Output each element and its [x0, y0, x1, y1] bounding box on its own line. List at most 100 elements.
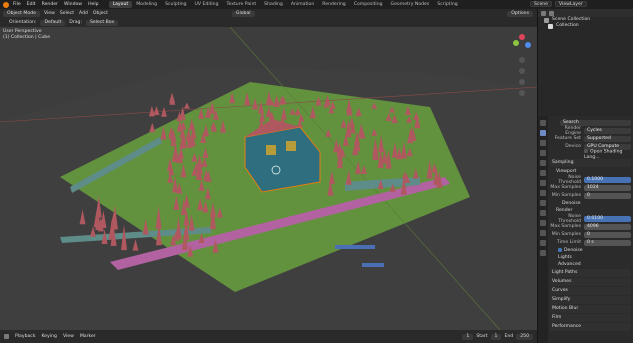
feature-set-dropdown[interactable]: Supported [584, 135, 631, 142]
tab-animation[interactable]: Animation [287, 1, 318, 8]
device-label: Device [565, 144, 581, 149]
property-label: Min Samples [551, 232, 581, 237]
pan-hand-icon [519, 68, 525, 74]
blender-logo-icon[interactable] [3, 1, 9, 8]
tab-sculpting[interactable]: Sculpting [161, 1, 190, 8]
render-engine-dropdown[interactable]: Cycles [584, 127, 631, 134]
view-layer-field[interactable]: ViewLayer [555, 1, 587, 7]
render-engine-row: Render Engine Cycles [550, 126, 631, 136]
menu-file[interactable]: File [13, 2, 21, 7]
mode-dropdown[interactable]: Object Mode [3, 10, 40, 17]
menu-render[interactable]: Render [42, 2, 58, 7]
texture-tab-icon[interactable] [540, 250, 546, 256]
current-frame-field[interactable]: 1 [462, 333, 474, 340]
performance-section[interactable]: Performance [550, 323, 631, 331]
constraints-tab-icon[interactable] [540, 220, 546, 226]
osl-row[interactable]: Open Shading Lang... [550, 149, 631, 160]
properties-body: Search Render Engine Cycles Feature Set … [548, 116, 633, 343]
simplify-section[interactable]: Simplify [550, 296, 631, 304]
film-section[interactable]: Film [550, 314, 631, 322]
scene-render [0, 27, 537, 330]
object-tab-icon[interactable] [540, 180, 546, 186]
output-tab-icon[interactable] [540, 140, 546, 146]
physics-tab-icon[interactable] [540, 210, 546, 216]
timeline-editor-icon[interactable] [4, 334, 9, 339]
scene-field[interactable]: Scene [530, 1, 553, 7]
start-label: Start [476, 333, 488, 339]
menu-object[interactable]: Object [93, 11, 108, 16]
property-value[interactable]: 0 [584, 192, 631, 199]
tab-uv-editing[interactable]: UV Editing [191, 1, 223, 8]
property-value[interactable]: 0 s [584, 239, 631, 246]
3d-viewport[interactable]: User Perspective (1) Collection | Cube [0, 27, 537, 330]
viewport-menus: View Select Add Object [44, 11, 108, 16]
menu-add[interactable]: Add [79, 11, 88, 16]
menu-playback[interactable]: Playback [15, 334, 36, 339]
view-layer-tab-icon[interactable] [540, 150, 546, 156]
data-tab-icon[interactable] [540, 230, 546, 236]
timeline-bar: Playback Keying View Marker 1 Start 1 End 2… [0, 330, 537, 343]
material-tab-icon[interactable] [540, 240, 546, 246]
property-label: Max Samples [550, 224, 581, 229]
tab-modeling[interactable]: Modeling [132, 1, 161, 8]
menu-view[interactable]: View [44, 11, 55, 16]
tab-layout[interactable]: Layout [108, 1, 133, 8]
sampling-section[interactable]: Sampling [550, 159, 631, 167]
volumes-section[interactable]: Volumes [550, 278, 631, 286]
curves-section[interactable]: Curves [550, 287, 631, 295]
collection-row[interactable]: Collection [538, 23, 633, 29]
navigation-gizmo[interactable] [511, 27, 533, 97]
filter-icon[interactable] [549, 10, 554, 16]
property-label: Time Limit [556, 240, 581, 245]
modifier-tab-icon[interactable] [540, 190, 546, 196]
property-value[interactable]: 0 [584, 231, 631, 238]
y-axis-icon [513, 40, 519, 46]
denoise-checkbox-row[interactable]: Denoise [550, 247, 631, 254]
property-value[interactable]: 1024 [584, 184, 631, 191]
menu-keying[interactable]: Keying [42, 334, 57, 339]
menu-marker[interactable]: Marker [80, 334, 96, 339]
property-value[interactable]: 4096 [584, 223, 631, 230]
light-paths-section[interactable]: Light Paths [550, 269, 631, 277]
menu-window[interactable]: Window [64, 2, 82, 7]
tab-rendering[interactable]: Rendering [318, 1, 349, 8]
collection-icon [548, 23, 553, 29]
menu-help[interactable]: Help [88, 2, 98, 7]
lights-subsection[interactable]: Lights [550, 254, 631, 261]
orientation-dropdown[interactable]: Default [40, 19, 66, 26]
tab-compositing[interactable]: Compositing [350, 1, 387, 8]
property-label: Noise Threshold [558, 174, 581, 185]
tab-texture-paint[interactable]: Texture Paint [223, 1, 261, 8]
advanced-subsection[interactable]: Advanced [550, 261, 631, 268]
tab-scripting[interactable]: Scripting [433, 1, 461, 8]
tab-shading[interactable]: Shading [260, 1, 287, 8]
world-tab-icon[interactable] [540, 170, 546, 176]
particles-tab-icon[interactable] [540, 200, 546, 206]
osl-checkbox[interactable] [584, 149, 588, 154]
feature-set-label: Feature Set [554, 136, 581, 141]
outliner-editor-icon[interactable] [541, 10, 546, 16]
transform-orientation[interactable]: Global [231, 10, 255, 17]
start-frame-field[interactable]: 1 [490, 333, 502, 340]
menu-edit[interactable]: Edit [27, 2, 36, 7]
tool-tab-icon[interactable] [540, 120, 546, 126]
motion-blur-section[interactable]: Motion Blur [550, 305, 631, 313]
property-label: Noise Threshold [558, 213, 581, 224]
z-axis-icon [525, 42, 531, 48]
denoise-subsection[interactable]: Denoise [550, 200, 631, 207]
viewport-sampling-rows: Noise Threshold 0.1000 Max Samples 1024 Min … [550, 174, 631, 199]
menu-select[interactable]: Select [60, 11, 74, 16]
property-row: Max Samples 1024 [550, 184, 631, 191]
render-tab-icon[interactable] [540, 130, 546, 136]
denoise-checkbox[interactable] [558, 247, 562, 252]
property-value[interactable]: 0.1000 [584, 176, 631, 183]
options-button[interactable]: Options [507, 10, 533, 17]
menu-view[interactable]: View [63, 334, 74, 339]
end-frame-field[interactable]: 250 [516, 333, 533, 340]
property-value[interactable]: 0.0100 [584, 215, 631, 222]
scene-tab-icon[interactable] [540, 160, 546, 166]
tab-geometry-nodes[interactable]: Geometry Nodes [387, 1, 434, 8]
water-strip [335, 245, 375, 249]
property-row: Min Samples 0 [550, 192, 631, 199]
drag-dropdown[interactable]: Select Box [86, 19, 119, 26]
